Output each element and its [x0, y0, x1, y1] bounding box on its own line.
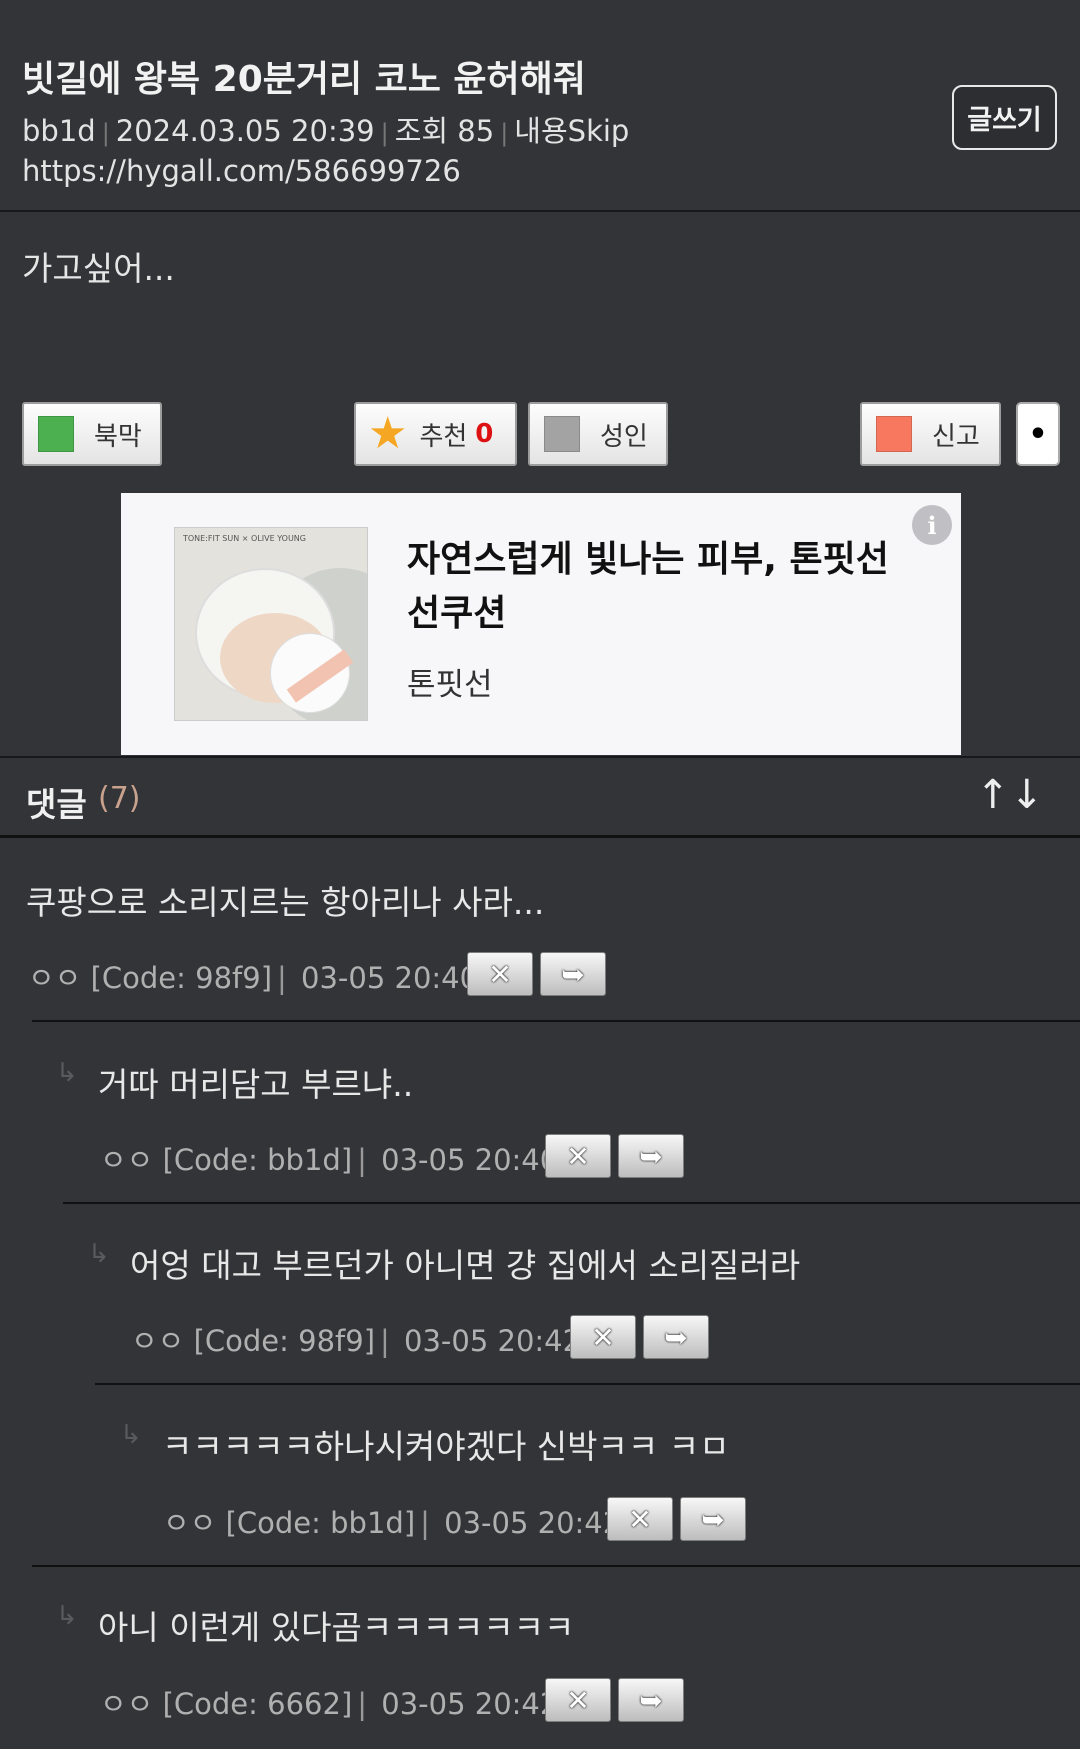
- post-views: 조회 85: [394, 114, 495, 148]
- recommend-label: 추천: [419, 421, 468, 452]
- meta-separator: |: [380, 119, 389, 147]
- red-square-icon: [876, 416, 912, 452]
- skip-link[interactable]: 내용Skip: [514, 114, 629, 148]
- recommend-button[interactable]: ★ 추천 0: [354, 402, 517, 466]
- comment-meta: ㅇㅇ [Code: bb1d] | 03-05 20:40: [100, 1143, 559, 1177]
- post-datetime: 2024.03.05 20:39: [115, 114, 375, 148]
- post-title: 빗길에 왕복 20분거리 코노 윤허해줘: [22, 59, 586, 100]
- comment-time: 03-05 20:40: [301, 961, 479, 995]
- reply-button[interactable]: ➥: [618, 1678, 684, 1722]
- comments-header: 댓글 (7) ↑ ↓: [0, 756, 1080, 838]
- comment-text: 아니 이런게 있다곰ㅋㅋㅋㅋㅋㅋㅋ: [98, 1608, 575, 1647]
- comment-time: 03-05 20:42: [444, 1506, 622, 1540]
- delete-button[interactable]: ✕: [607, 1497, 673, 1541]
- comment-time: 03-05 20:40: [381, 1143, 559, 1177]
- comment-author: ㅇㅇ: [100, 1143, 154, 1177]
- comment-time: 03-05 20:42: [404, 1324, 582, 1358]
- delete-button[interactable]: ✕: [570, 1315, 636, 1359]
- write-button[interactable]: 글쓰기: [952, 85, 1057, 150]
- comment-meta: ㅇㅇ [Code: bb1d] | 03-05 20:42: [163, 1506, 622, 1540]
- adult-button[interactable]: 성인: [528, 402, 668, 466]
- ad-title[interactable]: 자연스럽게 빛나는 피부, 톤핏선 선쿠션: [407, 533, 927, 641]
- comments-count: (7): [98, 781, 141, 816]
- recommend-count: 0: [475, 419, 494, 449]
- comment-text: 거따 머리담고 부르냐..: [98, 1065, 414, 1104]
- meta-separator: |: [500, 119, 509, 147]
- reply-arrow-icon: ↳: [56, 1058, 78, 1088]
- comments-label: 댓글: [26, 785, 87, 824]
- arrow-up-icon[interactable]: ↑: [976, 772, 1010, 818]
- reply-arrow-icon: ↳: [120, 1420, 142, 1450]
- reply-button[interactable]: ➥: [643, 1315, 709, 1359]
- reply-button[interactable]: ➥: [540, 952, 606, 996]
- info-icon[interactable]: i: [912, 505, 952, 545]
- comment-code: [Code: 98f9]: [193, 1324, 376, 1358]
- comment-code: [Code: bb1d]: [225, 1506, 416, 1540]
- delete-button[interactable]: ✕: [545, 1134, 611, 1178]
- comment-meta: ㅇㅇ [Code: 6662] | 03-05 20:42: [100, 1687, 559, 1721]
- comment-divider: [95, 1383, 1080, 1385]
- post-body: 가고싶어...: [22, 249, 175, 288]
- reply-arrow-icon: ↳: [56, 1601, 78, 1631]
- comment-code: [Code: bb1d]: [162, 1143, 353, 1177]
- comment-text: ㅋㅋㅋㅋㅋ하나시켜야겠다 신박ㅋㅋ ㅋㅁ: [162, 1427, 730, 1466]
- arrow-down-icon[interactable]: ↓: [1010, 772, 1044, 818]
- reply-button[interactable]: ➥: [680, 1497, 746, 1541]
- comment-author: ㅇㅇ: [28, 961, 82, 995]
- comment-time: 03-05 20:42: [381, 1687, 559, 1721]
- ad-advertiser[interactable]: 톤핏선: [407, 659, 493, 704]
- comment-code: [Code: 98f9]: [90, 961, 273, 995]
- comment-divider: [32, 1020, 1080, 1022]
- comment-author: ㅇㅇ: [100, 1687, 154, 1721]
- post-header: 빗길에 왕복 20분거리 코노 윤허해줘 bb1d | 2024.03.05 20:…: [0, 0, 1080, 212]
- comment-text: 쿠팡으로 소리지르는 항아리나 사라...: [26, 883, 545, 922]
- comment-meta: ㅇㅇ [Code: 98f9] | 03-05 20:42: [131, 1324, 582, 1358]
- delete-button[interactable]: ✕: [545, 1678, 611, 1722]
- comment-divider: [63, 1202, 1080, 1204]
- green-square-icon: [38, 416, 74, 452]
- comment-code: [Code: 6662]: [162, 1687, 353, 1721]
- comment-divider: [32, 1565, 1080, 1567]
- comment-author: ㅇㅇ: [163, 1506, 217, 1540]
- report-button[interactable]: 신고: [860, 402, 1001, 466]
- report-label: 신고: [932, 421, 980, 452]
- reply-arrow-icon: ↳: [88, 1239, 110, 1269]
- post-url[interactable]: https://hygall.com/586699726: [22, 154, 461, 188]
- meta-separator: |: [101, 119, 110, 147]
- post-author[interactable]: bb1d: [22, 114, 96, 148]
- comment-text: 어엉 대고 부르던가 아니면 걍 집에서 소리질러라: [130, 1246, 801, 1285]
- post-meta: bb1d | 2024.03.05 20:39 | 조회 85 | 내용Skip: [22, 108, 629, 150]
- reply-button[interactable]: ➥: [618, 1134, 684, 1178]
- comment-meta: ㅇㅇ [Code: 98f9] | 03-05 20:40: [28, 961, 479, 995]
- ad-image-brand-text: TONE:FIT SUN × OLIVE YOUNG: [183, 534, 306, 543]
- more-button[interactable]: •: [1016, 402, 1060, 466]
- ad-product-image[interactable]: TONE:FIT SUN × OLIVE YOUNG: [174, 527, 368, 721]
- delete-button[interactable]: ✕: [467, 952, 533, 996]
- adult-label: 성인: [600, 421, 648, 452]
- comment-author: ㅇㅇ: [131, 1324, 185, 1358]
- star-icon: ★: [368, 408, 408, 459]
- ad-banner[interactable]: TONE:FIT SUN × OLIVE YOUNG 자연스럽게 빛나는 피부,…: [121, 493, 961, 755]
- bookmark-button[interactable]: 북막: [22, 402, 162, 466]
- bookmark-label: 북막: [94, 421, 142, 452]
- gray-square-icon: [544, 416, 580, 452]
